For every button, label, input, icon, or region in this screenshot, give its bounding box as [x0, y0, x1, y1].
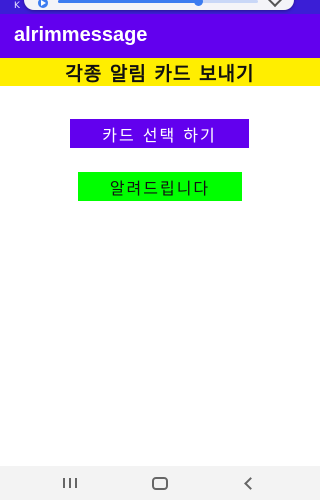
- app-bar: alrimmessage: [0, 14, 320, 58]
- carrier-label: K: [14, 1, 21, 11]
- expand-icon[interactable]: [267, 0, 283, 8]
- select-card-button[interactable]: 카드 선택 하기: [70, 119, 249, 148]
- app-title: alrimmessage: [14, 24, 148, 46]
- banner: 각종 알림 카드 보내기: [0, 58, 320, 86]
- back-icon[interactable]: [240, 474, 260, 492]
- media-notification[interactable]: [24, 0, 294, 10]
- notify-button[interactable]: 알려드립니다: [78, 172, 242, 201]
- seek-progress: [58, 0, 198, 3]
- play-icon[interactable]: [38, 0, 48, 8]
- seek-bar[interactable]: [58, 0, 258, 3]
- recents-icon[interactable]: [60, 474, 80, 492]
- home-icon[interactable]: [150, 474, 170, 492]
- banner-text: 각종 알림 카드 보내기: [65, 62, 255, 85]
- seek-thumb[interactable]: [194, 0, 203, 6]
- navigation-bar: [0, 466, 320, 500]
